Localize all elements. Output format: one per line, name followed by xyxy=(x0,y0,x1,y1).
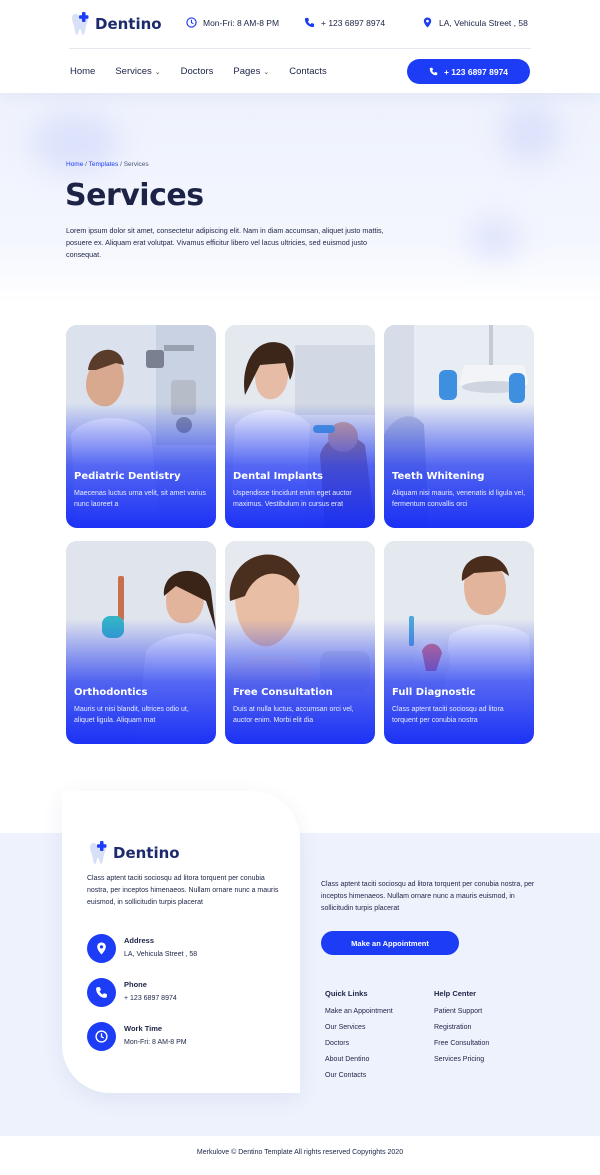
location-pin-icon xyxy=(423,17,432,28)
nav-services[interactable]: Services ⌄ xyxy=(115,66,160,77)
service-description: Uspendisse tincidunt enim eget auctor ma… xyxy=(233,490,352,508)
contact-value: + 123 6897 8974 xyxy=(124,995,177,1002)
contact-phone[interactable]: Phone + 123 6897 8974 xyxy=(87,978,177,1007)
header-address: LA, Vehicula Street , 58 xyxy=(422,17,528,28)
service-title: Full Diagnostic xyxy=(392,687,476,698)
copyright: Merkulove © Dentino Template All rights … xyxy=(196,1149,404,1156)
clock-icon xyxy=(87,1022,116,1051)
page-description: Lorem ipsum dolor sit amet, consectetur … xyxy=(66,226,384,259)
service-description: Maecenas luctus urna velit, sit amet var… xyxy=(74,490,206,508)
opening-hours: Mon-Fri: 8 AM-8 PM xyxy=(186,17,279,28)
service-description: Duis at nulla luctus, accumsan orci vel,… xyxy=(233,706,354,724)
nav-label: Services xyxy=(115,66,152,77)
service-card-orthodontics[interactable]: Orthodontics Mauris ut nisi blandit, ult… xyxy=(66,541,216,744)
service-title: Pediatric Dentistry xyxy=(74,471,181,482)
tooth-logo-icon xyxy=(72,12,89,35)
service-description: Mauris ut nisi blandit, ultrices odio ut… xyxy=(74,706,189,724)
contact-address: Address LA, Vehicula Street , 58 xyxy=(87,934,197,963)
nav-home[interactable]: Home xyxy=(70,66,95,77)
decorative-blob xyxy=(500,103,560,163)
contact-label: Phone xyxy=(124,980,147,989)
footer-link[interactable]: Services Pricing xyxy=(434,1056,489,1072)
nav-pages[interactable]: Pages ⌄ xyxy=(233,66,269,77)
service-title: Free Consultation xyxy=(233,687,333,698)
breadcrumb-templates[interactable]: Templates xyxy=(89,161,119,168)
nav-label: Home xyxy=(70,66,96,77)
help-center-title: Help Center xyxy=(434,989,477,998)
nav-label: Doctors xyxy=(180,66,214,77)
breadcrumb-current: Services xyxy=(123,161,149,168)
service-card-teeth-whitening[interactable]: Teeth Whitening Aliquam nisi mauris, ven… xyxy=(384,325,534,528)
service-title: Dental Implants xyxy=(233,471,323,482)
contact-work-time: Work Time Mon-Fri: 8 AM-8 PM xyxy=(87,1022,187,1051)
chevron-down-icon: ⌄ xyxy=(154,68,161,76)
footer-side-text: Class aptent taciti sociosqu ad litora t… xyxy=(321,881,535,912)
service-card-full-diagnostic[interactable]: Full Diagnostic Class aptent taciti soci… xyxy=(384,541,534,744)
footer-contact-card: Dentino Class aptent taciti sociosqu ad … xyxy=(62,791,300,1093)
footer-brand-name: Dentino xyxy=(113,844,180,862)
hours-text: Mon-Fri: 8 AM-8 PM xyxy=(203,17,280,28)
quick-links-title: Quick Links xyxy=(325,989,368,998)
contact-value: Mon-Fri: 8 AM-8 PM xyxy=(124,1039,187,1046)
logo[interactable]: Dentino xyxy=(69,12,162,36)
header-divider xyxy=(69,48,531,49)
footer-link[interactable]: Patient Support xyxy=(434,1008,489,1024)
breadcrumb-home[interactable]: Home xyxy=(66,161,83,168)
make-appointment-button[interactable]: Make an Appointment xyxy=(321,931,459,955)
page-title: Services xyxy=(65,178,204,213)
service-title: Teeth Whitening xyxy=(392,471,485,482)
contact-label: Address xyxy=(124,936,155,945)
footer-link[interactable]: Free Consultation xyxy=(434,1040,489,1056)
nav-doctors[interactable]: Doctors xyxy=(181,66,214,77)
service-description: Class aptent taciti sociosqu ad litora t… xyxy=(392,706,504,724)
chevron-down-icon: ⌄ xyxy=(263,68,270,76)
quick-links: Quick Links Make an Appointment Our Serv… xyxy=(325,989,393,1088)
phone-icon xyxy=(87,978,116,1007)
footer-link[interactable]: Make an Appointment xyxy=(325,1008,393,1024)
clock-icon xyxy=(186,17,197,28)
nav-label: Contacts xyxy=(289,66,327,77)
location-pin-icon xyxy=(87,934,116,963)
main-nav: Home Services ⌄ Doctors Pages ⌄ Contacts xyxy=(70,66,347,77)
phone-icon xyxy=(304,17,315,28)
footer-logo[interactable]: Dentino xyxy=(87,841,180,865)
nav-contacts[interactable]: Contacts xyxy=(289,66,327,77)
footer-link[interactable]: Our Contacts xyxy=(325,1072,393,1088)
nav-label: Pages xyxy=(233,66,261,77)
brand-name: Dentino xyxy=(95,15,162,33)
header-phone[interactable]: + 123 6897 8974 xyxy=(304,17,385,28)
address-text: LA, Vehicula Street , 58 xyxy=(439,17,528,28)
service-card-free-consultation[interactable]: Free Consultation Duis at nulla luctus, … xyxy=(225,541,375,744)
call-button-label: + 123 6897 8974 xyxy=(443,66,509,77)
site-header: Dentino Mon-Fri: 8 AM-8 PM + 123 6897 89… xyxy=(0,0,600,93)
service-card-pediatric-dentistry[interactable]: Pediatric Dentistry Maecenas luctus urna… xyxy=(66,325,216,528)
call-button[interactable]: + 123 6897 8974 xyxy=(407,59,530,84)
help-center: Help Center Patient Support Registration… xyxy=(434,989,489,1072)
service-title: Orthodontics xyxy=(74,687,148,698)
footer-link[interactable]: Our Services xyxy=(325,1024,393,1040)
footer-link[interactable]: Registration xyxy=(434,1024,489,1040)
service-description: Aliquam nisi mauris, venenatis id ligula… xyxy=(392,490,526,508)
footer-link[interactable]: About Dentino xyxy=(325,1056,393,1072)
tooth-logo-icon xyxy=(90,841,107,864)
footer-about-text: Class aptent taciti sociosqu ad litora t… xyxy=(87,875,279,906)
decorative-blob xyxy=(470,218,520,258)
service-card-dental-implants[interactable]: Dental Implants Uspendisse tincidunt eni… xyxy=(225,325,375,528)
contact-label: Work Time xyxy=(124,1024,163,1033)
footer-link[interactable]: Doctors xyxy=(325,1040,393,1056)
phone-icon xyxy=(429,67,438,76)
contact-value: LA, Vehicula Street , 58 xyxy=(124,951,198,958)
phone-text: + 123 6897 8974 xyxy=(321,17,386,28)
breadcrumb: Home / Templates / Services xyxy=(66,161,149,168)
